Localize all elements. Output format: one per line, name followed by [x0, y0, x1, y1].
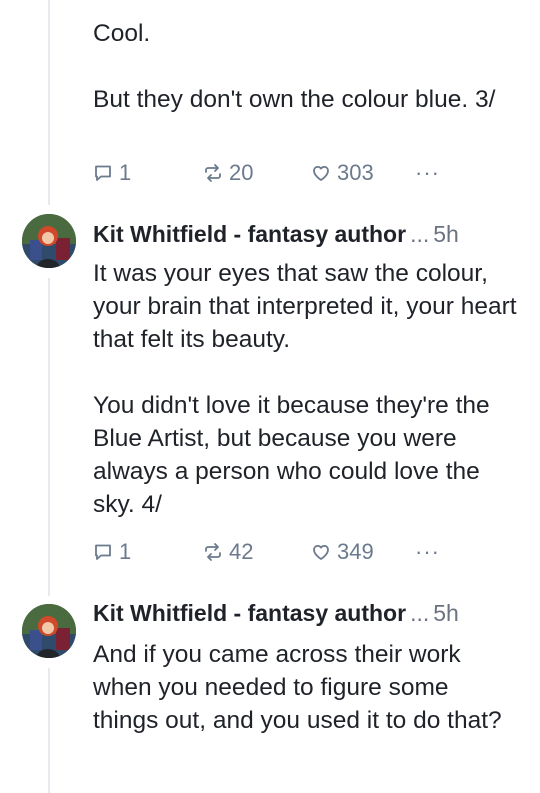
repost-count: 42 [229, 539, 254, 564]
thread-line [48, 0, 50, 205]
author-photo [22, 214, 76, 268]
author-name[interactable]: Kit Whitfield - fantasy author [93, 221, 406, 248]
like-count: 349 [337, 539, 374, 564]
post-actions: 1 42 349 ··· [93, 537, 493, 567]
post-text: And if you came across their work when y… [93, 641, 502, 734]
post-text: Cool. But they don't own the colour blue… [93, 20, 496, 113]
reply-button[interactable]: 1 [93, 537, 131, 567]
like-button[interactable]: 303 [311, 158, 374, 188]
repost-count: 20 [229, 160, 254, 185]
heart-icon [313, 544, 329, 560]
timestamp[interactable]: 5h [433, 221, 459, 248]
reply-count: 1 [119, 160, 132, 185]
handle-ellipsis: ... [410, 599, 430, 626]
post-header: Kit Whitfield - fantasy author ... 5h [93, 218, 520, 250]
post-header: Kit Whitfield - fantasy author ... 5h [93, 597, 520, 629]
author-photo [22, 604, 76, 658]
heart-icon [313, 165, 329, 181]
repost-arrows-icon [205, 543, 221, 561]
repost-button[interactable]: 42 [203, 537, 253, 567]
repost-button[interactable]: 20 [203, 158, 253, 188]
speech-bubble-icon [95, 165, 111, 181]
handle-ellipsis: ... [410, 220, 430, 247]
avatar[interactable] [22, 214, 76, 268]
reply-button[interactable]: 1 [93, 158, 131, 188]
reply-count: 1 [119, 539, 132, 564]
author-name[interactable]: Kit Whitfield - fantasy author [93, 600, 406, 627]
post-text: It was your eyes that saw the colour, yo… [93, 260, 517, 518]
repost-arrows-icon [205, 164, 221, 182]
thread-line [48, 278, 50, 596]
more-options-icon[interactable]: ··· [415, 537, 440, 567]
like-button[interactable]: 349 [311, 537, 374, 567]
thread-line [48, 668, 50, 793]
speech-bubble-icon [95, 544, 111, 560]
timestamp[interactable]: 5h [433, 600, 459, 627]
like-count: 303 [337, 160, 374, 185]
post-actions: 1 20 303 ··· [93, 158, 493, 188]
more-options-icon[interactable]: ··· [415, 158, 440, 188]
avatar[interactable] [22, 604, 76, 658]
